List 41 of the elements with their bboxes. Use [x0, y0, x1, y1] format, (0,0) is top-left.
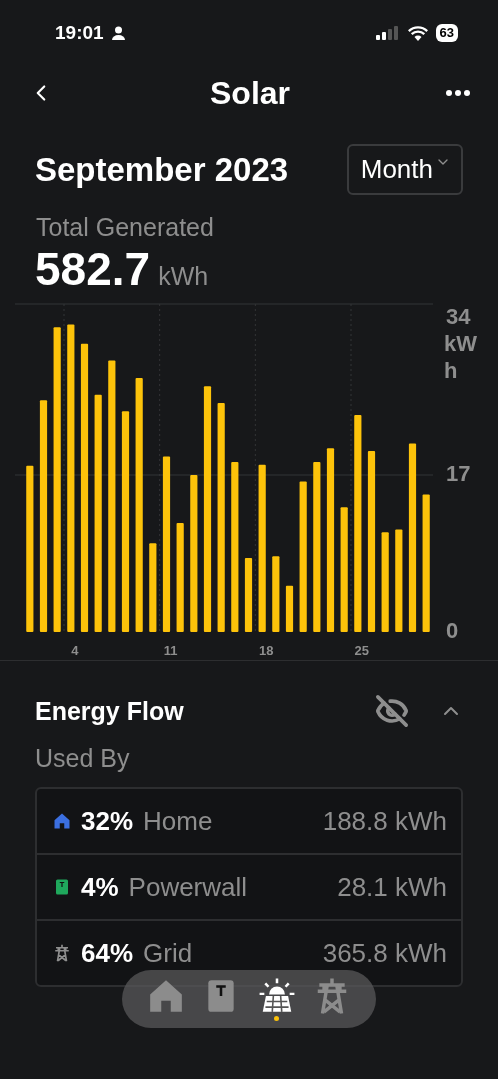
solar-panel-icon [257, 977, 296, 1015]
axis-unit: kWh [444, 330, 478, 384]
eye-slash-icon [375, 694, 409, 728]
wifi-icon [407, 25, 428, 41]
axis-label: 17 [446, 460, 471, 486]
axis-label: 25 [354, 643, 370, 658]
range-dropdown[interactable]: Month [346, 144, 463, 195]
page-title: Solar [210, 74, 290, 112]
usage-percent: 32% [81, 805, 134, 837]
person-icon [111, 26, 125, 40]
more-button[interactable] [446, 90, 470, 96]
tab-button[interactable] [257, 977, 296, 1021]
power-tower-icon [53, 944, 71, 962]
period-title: September 2023 [35, 150, 289, 189]
battery-cabinet-icon [53, 878, 71, 896]
axis-label: 34 [446, 303, 471, 329]
section-title: Energy Flow [35, 696, 184, 726]
usage-percent: 64% [81, 937, 134, 969]
usage-source: Home [143, 805, 214, 837]
signal-icon [375, 26, 400, 40]
battery-level: 63 [435, 24, 458, 42]
total-label: Total Generated [35, 213, 215, 242]
total-unit: kWh [158, 262, 209, 291]
house-icon [53, 812, 71, 830]
axis-label: 11 [163, 643, 178, 658]
usage-energy: 188.8 kWh [322, 805, 447, 837]
chart-bar [285, 585, 294, 632]
usage-energy: 365.8 kWh [322, 937, 447, 969]
total-value: 582.7 [35, 242, 151, 296]
usage-source: Grid [143, 937, 194, 969]
clock-time: 19:01 [55, 22, 104, 44]
usage-energy: 28.1 kWh [337, 871, 447, 903]
axis-label: 4 [71, 643, 79, 658]
usage-source: Powerwall [128, 871, 249, 903]
axis-label: 18 [258, 643, 274, 658]
more-icon [446, 90, 470, 96]
usage-percent: 4% [81, 871, 119, 903]
active-dot [274, 1016, 280, 1021]
section-subtitle: Used By [35, 744, 131, 773]
axis-label: 0 [446, 617, 459, 643]
hide-icon[interactable] [375, 694, 409, 728]
